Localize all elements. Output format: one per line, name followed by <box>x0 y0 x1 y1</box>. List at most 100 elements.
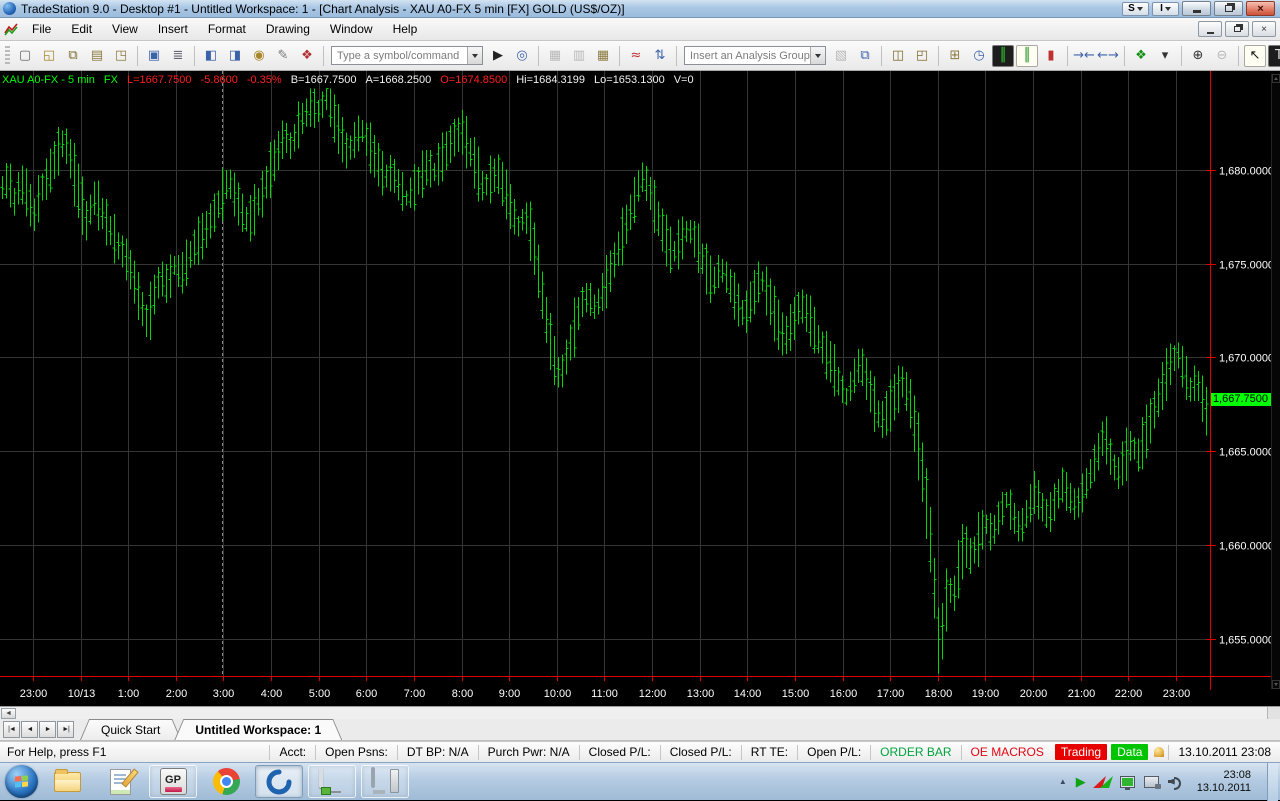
start-button[interactable] <box>5 765 38 798</box>
analysis-group-combobox[interactable]: Insert an Analysis Group <box>684 46 826 65</box>
object-colors-button[interactable]: ❖ <box>296 45 318 67</box>
menu-view[interactable]: View <box>102 19 148 39</box>
mdi-restore-button[interactable] <box>1225 21 1249 37</box>
increase-bar-spacing-button[interactable]: ←→ <box>1097 45 1119 67</box>
chart-header: XAU A0-FX - 5 min FX L=1667.7500 -5.8600… <box>2 74 694 86</box>
radarscreen-button[interactable]: ▦ <box>592 45 614 67</box>
tray-tradestation-icon[interactable] <box>1095 775 1111 788</box>
chart-area[interactable]: 1,680.00001,675.00001,670.00001,665.0000… <box>0 71 1280 706</box>
taskbar-gp-app-button[interactable]: GP <box>149 765 197 798</box>
matrix-window-button[interactable]: ▥ <box>568 45 590 67</box>
minimize-button[interactable] <box>1182 1 1211 16</box>
mdi-minimize-button[interactable] <box>1198 21 1222 37</box>
menu-drawing[interactable]: Drawing <box>256 19 320 39</box>
save-desktop-button[interactable]: ▣ <box>143 45 165 67</box>
menu-insert[interactable]: Insert <box>148 19 198 39</box>
status-data-badge[interactable]: Data <box>1111 744 1148 760</box>
tray-network-icon[interactable] <box>1120 776 1135 788</box>
status-trading-badge[interactable]: Trading <box>1055 744 1107 760</box>
close-button[interactable]: × <box>1246 1 1275 16</box>
back-page-button[interactable]: ◧ <box>200 45 222 67</box>
restore-button[interactable] <box>1214 1 1243 16</box>
menu-help[interactable]: Help <box>383 19 428 39</box>
menu-file[interactable]: File <box>22 19 61 39</box>
taskbar-network-monitor-button[interactable] <box>308 765 356 798</box>
tab-prev-button[interactable]: ◄ <box>21 721 38 738</box>
menu-format[interactable]: Format <box>198 19 256 39</box>
taskbar-notepad-button[interactable] <box>96 765 144 798</box>
tray-display-icon[interactable] <box>1144 776 1159 788</box>
time-interval-button[interactable]: ◷ <box>968 45 990 67</box>
notepad-icon <box>110 769 131 795</box>
menu-window[interactable]: Window <box>320 19 383 39</box>
tab-last-button[interactable]: ►| <box>57 721 74 738</box>
fit-bars-dropdown[interactable]: ▾ <box>1154 45 1176 67</box>
svg-text:17:00: 17:00 <box>877 688 905 700</box>
status-help-text: For Help, press F1 <box>0 745 106 759</box>
symbol-command-combobox[interactable]: Type a symbol/command <box>331 46 483 65</box>
taskbar-clock[interactable]: 23:08 13.10.2011 <box>1190 769 1258 795</box>
tab-quick-start[interactable]: Quick Start <box>80 719 181 740</box>
scroll-down-icon[interactable] <box>1272 680 1280 689</box>
chevron-down-icon[interactable] <box>810 47 825 64</box>
last-price-label: 1,667.7500 <box>1211 393 1271 406</box>
workspaces-button[interactable]: ⧉ <box>62 45 84 67</box>
insert-analysis-button[interactable]: ▧ <box>830 45 852 67</box>
print-button[interactable]: ≣ <box>167 45 189 67</box>
hidden-icons-arrow-icon[interactable]: ▲ <box>1059 777 1067 786</box>
svg-text:3:00: 3:00 <box>213 688 234 700</box>
forward-page-button[interactable]: ◨ <box>224 45 246 67</box>
new-workspace-button[interactable]: ▢ <box>14 45 36 67</box>
chevron-down-icon[interactable] <box>467 47 482 64</box>
svg-text:12:00: 12:00 <box>639 688 667 700</box>
style-brush-button[interactable]: ✎ <box>272 45 294 67</box>
pointer-tool-button[interactable]: ↖ <box>1244 45 1266 67</box>
volume-icon[interactable] <box>1168 776 1181 788</box>
taskbar-explorer-button[interactable] <box>43 765 91 798</box>
fit-bars-button[interactable]: ❖ <box>1130 45 1152 67</box>
quote-window-button[interactable]: ▦ <box>544 45 566 67</box>
symbol-lookup-button[interactable]: ◎ <box>511 45 533 67</box>
svg-text:8:00: 8:00 <box>452 688 473 700</box>
import-page-button[interactable]: ▤ <box>86 45 108 67</box>
chart-canvas[interactable]: 1,680.00001,675.00001,670.00001,665.0000… <box>0 71 1280 706</box>
menu-edit[interactable]: Edit <box>61 19 102 39</box>
run-command-button[interactable]: ▶ <box>487 45 509 67</box>
tray-play-icon[interactable]: ▶ <box>1076 775 1086 788</box>
scroll-left-button[interactable]: ◄ <box>1 708 16 719</box>
chart-analysis-button[interactable]: ≈ <box>625 45 647 67</box>
apply-to-chart-button[interactable]: ◫ <box>887 45 909 67</box>
status-oe-macros[interactable]: OE MACROS <box>961 745 1053 760</box>
taskbar-tradestation-button[interactable] <box>255 765 303 798</box>
status-order-bar[interactable]: ORDER BAR <box>870 745 960 760</box>
decrease-bar-spacing-button[interactable]: →← <box>1073 45 1095 67</box>
strategy-status-button[interactable]: S <box>1122 2 1149 16</box>
export-page-button[interactable]: ◳ <box>110 45 132 67</box>
tab-first-button[interactable]: |◄ <box>3 721 20 738</box>
zoom-in-button[interactable]: ⊕ <box>1187 45 1209 67</box>
taskbar-remote-desktop-button[interactable] <box>361 765 409 798</box>
send-window-button[interactable]: ◰ <box>911 45 933 67</box>
scroll-up-icon[interactable] <box>1272 74 1280 83</box>
tab-untitled-workspace[interactable]: Untitled Workspace: 1 <box>174 719 342 740</box>
open-workspace-button[interactable]: ◱ <box>38 45 60 67</box>
taskbar: GP ▲ ▶ 23:08 13.10.2011 <box>0 762 1280 800</box>
chart-horizontal-scrollbar[interactable]: ◄ <box>0 706 1280 719</box>
zoom-out-button[interactable]: ⊖ <box>1211 45 1233 67</box>
taskbar-chrome-button[interactable] <box>202 765 250 798</box>
ohlc-bars-button[interactable]: ║ <box>1016 45 1038 67</box>
chart-vertical-scrollbar[interactable] <box>1271 74 1280 689</box>
hlc-bars-button[interactable]: ║ <box>992 45 1014 67</box>
chart-open-value: O=1674.8500 <box>440 74 507 86</box>
analysis-windows-button[interactable]: ⧉ <box>854 45 876 67</box>
indicator-status-button[interactable]: I <box>1152 2 1179 16</box>
show-desktop-button[interactable] <box>1267 763 1278 801</box>
lock-workspace-button[interactable]: ◉ <box>248 45 270 67</box>
svg-text:5:00: 5:00 <box>309 688 330 700</box>
candlestick-button[interactable]: ▮ <box>1040 45 1062 67</box>
text-label-tool-button[interactable]: T <box>1268 45 1280 67</box>
tab-next-button[interactable]: ► <box>39 721 56 738</box>
scale-arrows-button[interactable]: ⇅ <box>649 45 671 67</box>
mdi-close-button[interactable]: × <box>1252 21 1276 37</box>
session-hours-button[interactable]: ⊞ <box>944 45 966 67</box>
